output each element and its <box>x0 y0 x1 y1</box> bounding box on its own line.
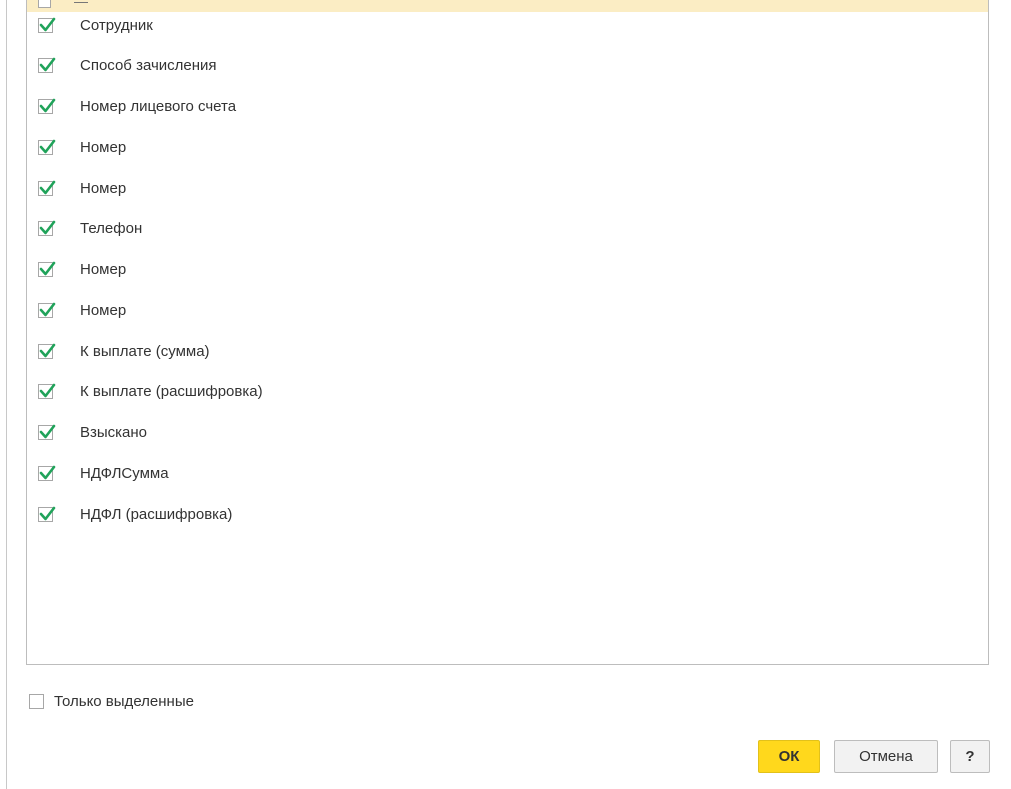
checkmark-icon <box>39 465 56 480</box>
window-left-border <box>6 0 7 789</box>
field-checkbox[interactable] <box>38 261 56 277</box>
partial-row-text <box>74 0 88 3</box>
field-label: Сотрудник <box>80 16 153 34</box>
cancel-button[interactable]: Отмена <box>834 740 938 773</box>
field-label: Способ зачисления <box>80 57 217 75</box>
field-row[interactable]: Номер <box>27 250 988 290</box>
field-checkbox[interactable] <box>38 139 56 155</box>
field-label: К выплате (расшифровка) <box>80 383 263 401</box>
field-checkbox[interactable] <box>38 57 56 74</box>
field-label: Телефон <box>80 220 143 238</box>
field-label: Взыскано <box>80 424 148 441</box>
field-label: Номер лицевого счета <box>80 98 237 115</box>
field-checkbox[interactable] <box>38 424 56 440</box>
field-row[interactable]: Сотрудник <box>27 5 988 45</box>
field-label: Номер <box>80 179 127 197</box>
checkmark-icon <box>39 180 56 194</box>
field-label: Номер <box>80 261 127 278</box>
only-selected-option[interactable]: Только выделенные <box>29 691 194 711</box>
checkmark-icon <box>39 506 56 520</box>
field-checkbox[interactable] <box>38 180 56 196</box>
field-row[interactable]: Номер <box>27 168 988 208</box>
help-button[interactable]: ? <box>950 740 990 773</box>
checkmark-icon <box>39 139 56 154</box>
checkmark-icon <box>39 57 56 72</box>
field-label: К выплате (сумма) <box>80 342 210 360</box>
fields-list[interactable]: Сотрудник Способ зачисления Номер лицевого… <box>26 0 989 665</box>
field-label: Номер <box>80 138 127 156</box>
field-checkbox[interactable] <box>38 17 56 33</box>
field-checkbox[interactable] <box>38 506 56 522</box>
ok-button[interactable]: ОК <box>758 740 820 773</box>
only-selected-label: Только выделенные <box>54 692 194 710</box>
field-row[interactable]: Номер <box>27 127 988 167</box>
field-row[interactable]: Взыскано <box>27 413 988 453</box>
checkmark-icon <box>39 17 56 31</box>
checkmark-icon <box>39 383 56 398</box>
checkmark-icon <box>39 302 56 317</box>
field-checkbox[interactable] <box>38 343 56 359</box>
checkmark-icon <box>39 98 56 113</box>
field-checkbox[interactable] <box>38 465 56 481</box>
field-label: НДФЛСумма <box>80 464 169 482</box>
field-checkbox[interactable] <box>38 220 56 237</box>
field-row[interactable]: Номер лицевого счета <box>27 87 988 127</box>
field-row[interactable]: К выплате (сумма) <box>27 331 988 371</box>
field-row[interactable]: Телефон <box>27 209 988 249</box>
field-row[interactable]: НДФЛСумма <box>27 453 988 493</box>
checkmark-icon <box>39 424 56 439</box>
checkmark-icon <box>39 261 56 276</box>
only-selected-checkbox[interactable] <box>29 693 44 709</box>
field-row[interactable]: К выплате (расшифровка) <box>27 372 988 412</box>
field-label: Номер <box>80 301 127 319</box>
field-row[interactable]: Номер <box>27 290 988 330</box>
checkmark-icon <box>39 343 56 357</box>
field-row[interactable]: Способ зачисления <box>27 46 988 86</box>
field-row[interactable]: НДФЛ (расшифровка) <box>27 494 988 534</box>
field-checkbox[interactable] <box>38 383 56 400</box>
checkmark-icon <box>39 220 56 235</box>
field-label: НДФЛ (расшифровка) <box>80 505 233 523</box>
field-checkbox[interactable] <box>38 302 56 318</box>
field-checkbox[interactable] <box>38 98 56 114</box>
